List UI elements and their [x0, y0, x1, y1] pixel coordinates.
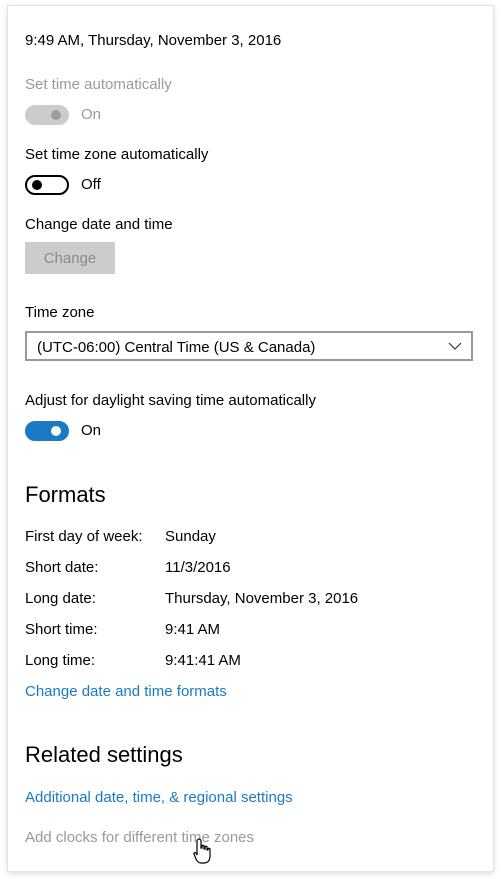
set-timezone-auto-label: Set time zone automatically — [25, 146, 209, 163]
related-settings-heading: Related settings — [25, 742, 183, 767]
change-formats-link[interactable]: Change date and time formats — [25, 683, 227, 700]
format-row-label: First day of week: — [25, 528, 143, 545]
set-time-auto-label: Set time automatically — [25, 76, 172, 93]
set-time-auto-toggle[interactable] — [25, 105, 69, 125]
format-row-label: Long time: — [25, 652, 96, 669]
dst-label: Adjust for daylight saving time automati… — [25, 392, 316, 409]
format-row-label: Short time: — [25, 621, 98, 638]
add-clocks-link[interactable]: Add clocks for different time zones — [25, 829, 254, 846]
set-timezone-auto-toggle[interactable] — [25, 175, 69, 195]
chevron-down-icon — [448, 342, 462, 350]
format-row-value: Sunday — [165, 528, 216, 545]
hand-cursor-icon — [193, 838, 211, 864]
format-row-value: 9:41:41 AM — [165, 652, 241, 669]
current-datetime: 9:49 AM, Thursday, November 3, 2016 — [25, 32, 282, 49]
format-row-value: 9:41 AM — [165, 621, 221, 638]
format-row-value: 11/3/2016 — [165, 559, 231, 576]
time-zone-dropdown[interactable]: (UTC-06:00) Central Time (US & Canada) — [25, 331, 473, 361]
dst-state: On — [81, 422, 102, 439]
time-zone-label: Time zone — [25, 304, 95, 321]
change-datetime-label: Change date and time — [25, 216, 173, 233]
format-row-label: Short date: — [25, 559, 99, 576]
set-time-auto-state: On — [81, 106, 102, 123]
additional-regional-settings-link[interactable]: Additional date, time, & regional settin… — [25, 789, 293, 806]
format-row-value: Thursday, November 3, 2016 — [165, 590, 359, 607]
time-zone-selected: (UTC-06:00) Central Time (US & Canada) — [37, 339, 316, 356]
set-timezone-auto-state: Off — [81, 176, 101, 193]
dst-toggle[interactable] — [25, 421, 69, 441]
format-row-label: Long date: — [25, 590, 96, 607]
change-button[interactable]: Change — [25, 242, 115, 274]
formats-heading: Formats — [25, 482, 106, 507]
